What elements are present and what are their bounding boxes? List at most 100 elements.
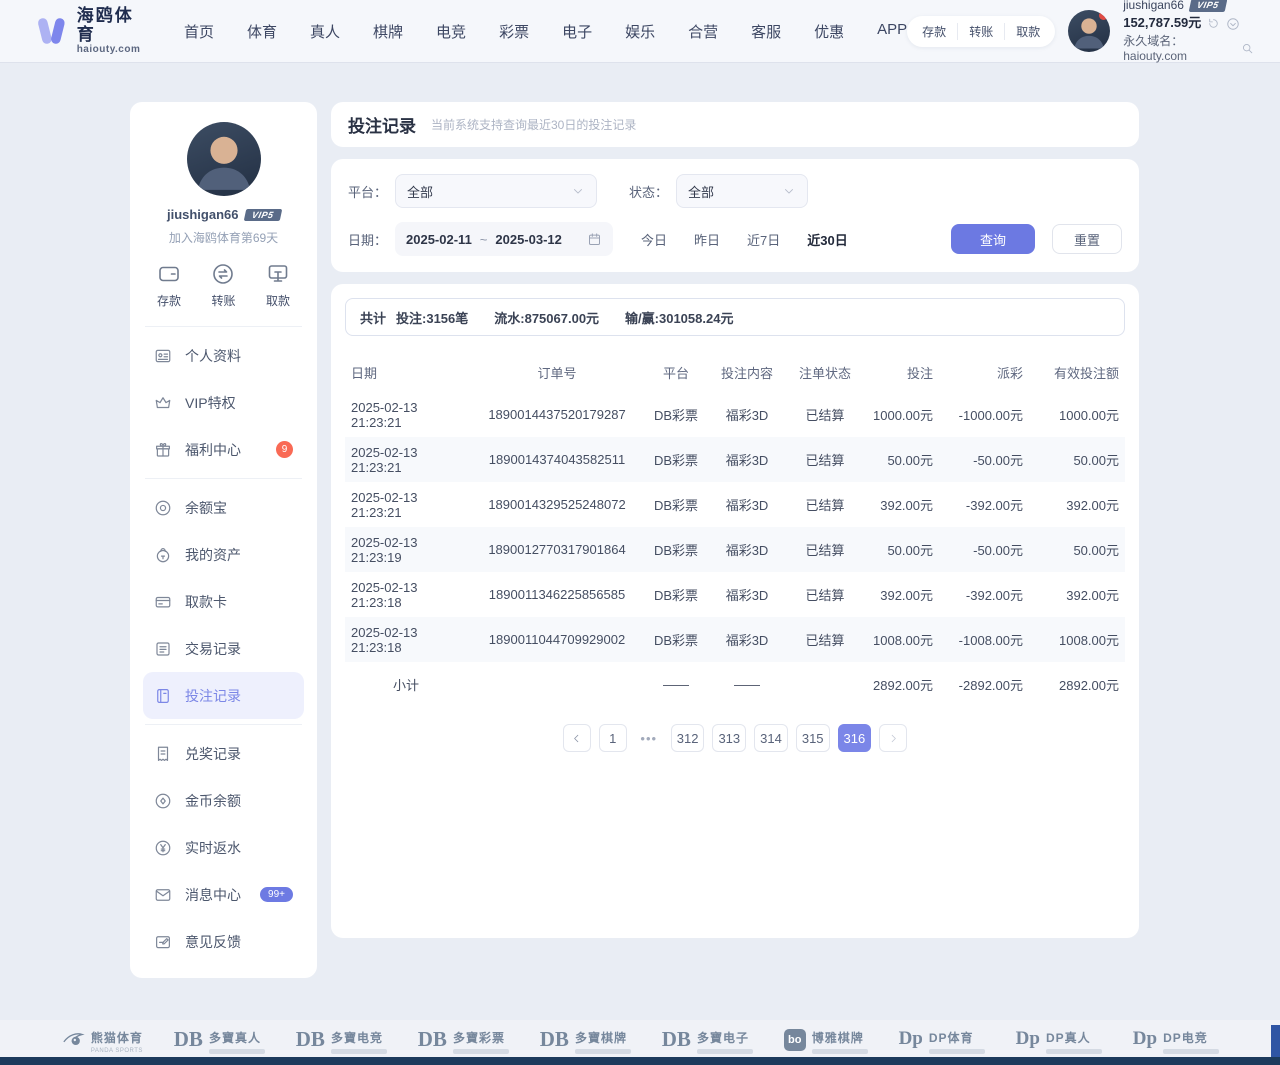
table-row: 2025-02-13 21:23:21 1890014329525248072 …	[345, 482, 1125, 527]
cell-payout: -1000.00元	[939, 392, 1029, 437]
date-range-input[interactable]: 2025-02-11 ~ 2025-03-12	[395, 222, 613, 256]
sidebar-item-yuebao[interactable]: 余额宝	[143, 484, 304, 531]
filter-card: 平台： 全部 状态： 全部 日期： 2025-02	[331, 159, 1139, 272]
sidebar-item-welfare[interactable]: 福利中心 9	[143, 426, 304, 473]
cell-valid: 1000.00元	[1029, 392, 1125, 437]
range-today[interactable]: 今日	[641, 230, 667, 249]
receipt-icon	[154, 745, 172, 763]
summary-turnover: 流水:875067.00元	[494, 308, 599, 327]
pagination-page-313[interactable]: 313	[712, 724, 746, 752]
wallet-icon	[157, 262, 181, 286]
nav-support[interactable]: 客服	[751, 21, 781, 42]
subtotal-valid: 2892.00元	[1029, 662, 1125, 707]
sidebar-item-profile[interactable]: 个人资料	[143, 332, 304, 379]
col-order: 订单号	[467, 352, 647, 392]
nav-promo[interactable]: 优惠	[814, 21, 844, 42]
nav-entertainment[interactable]: 娱乐	[625, 21, 655, 42]
coin-icon	[154, 499, 172, 517]
user-avatar[interactable]	[1068, 10, 1110, 52]
sidebar-item-transactions[interactable]: 交易记录	[143, 625, 304, 672]
db-logo-icon: DB	[296, 1029, 325, 1049]
nav-home[interactable]: 首页	[184, 21, 214, 42]
sidebar-item-label: 余额宝	[185, 498, 227, 518]
sidebar-item-label: 投注记录	[185, 686, 241, 706]
cell-bet: 1000.00元	[861, 392, 939, 437]
pagination-prev-button[interactable]	[563, 724, 591, 752]
search-button[interactable]: 查询	[951, 224, 1035, 254]
col-valid: 有效投注额	[1029, 352, 1125, 392]
transfer-button[interactable]: 转账	[957, 23, 1004, 40]
sidebar-item-redeem[interactable]: 兑奖记录	[143, 730, 304, 777]
sidebar-item-messages[interactable]: 消息中心 99+	[143, 871, 304, 918]
pagination-page-314[interactable]: 314	[754, 724, 788, 752]
cell-payout: -50.00元	[939, 437, 1029, 482]
cell-content: 福彩3D	[705, 392, 789, 437]
gift-icon	[154, 441, 172, 459]
chevron-down-icon	[571, 184, 585, 198]
cell-payout: -392.00元	[939, 572, 1029, 617]
pagination-next-button[interactable]	[879, 724, 907, 752]
status-select-value: 全部	[688, 182, 714, 201]
pagination-ellipsis: •••	[635, 724, 663, 752]
avatar-portrait	[187, 122, 261, 196]
cell-payout: -1008.00元	[939, 617, 1029, 662]
sidebar-item-assets[interactable]: 我的资产	[143, 531, 304, 578]
nav-app[interactable]: APP	[877, 21, 907, 42]
range-30days[interactable]: 近30日	[807, 230, 847, 249]
nav-slots[interactable]: 电子	[562, 21, 592, 42]
range-yesterday[interactable]: 昨日	[694, 230, 720, 249]
chevron-down-circle-icon[interactable]	[1226, 17, 1240, 31]
sidebar-item-gold-balance[interactable]: 金币余额	[143, 777, 304, 824]
sidebar-item-vip[interactable]: VIP特权	[143, 379, 304, 426]
platform-select[interactable]: 全部	[395, 174, 597, 208]
deposit-button[interactable]: 存款	[911, 23, 957, 40]
nav-board-games[interactable]: 棋牌	[373, 21, 403, 42]
pagination-page-315[interactable]: 315	[796, 724, 830, 752]
partner-subtitle-bar	[1163, 1049, 1219, 1054]
range-7days[interactable]: 近7日	[747, 230, 780, 249]
partner-dp-live: Dp DP真人	[1016, 1029, 1102, 1054]
divider	[145, 326, 302, 327]
pagination-page-316-active[interactable]: 316	[838, 724, 872, 752]
bet-records-table: 日期 订单号 平台 投注内容 注单状态 投注 派彩 有效投注额 2025-02-…	[345, 352, 1125, 707]
sidebar-transfer-button[interactable]: 转账	[211, 262, 235, 309]
sidebar-item-withdraw-card[interactable]: 取款卡	[143, 578, 304, 625]
pagination-page-312[interactable]: 312	[671, 724, 705, 752]
table-row: 2025-02-13 21:23:21 1890014437520179287 …	[345, 392, 1125, 437]
platform-select-value: 全部	[407, 182, 433, 201]
cell-status: 已结算	[789, 392, 861, 437]
nav-lottery[interactable]: 彩票	[499, 21, 529, 42]
quick-action-label: 取款	[266, 292, 290, 309]
brand-domain: haiouty.com	[77, 44, 150, 55]
cell-valid: 392.00元	[1029, 572, 1125, 617]
nav-esports[interactable]: 电竞	[436, 21, 466, 42]
status-select[interactable]: 全部	[676, 174, 808, 208]
subtotal-platform: ——	[647, 662, 705, 707]
sidebar-deposit-button[interactable]: 存款	[157, 262, 181, 309]
chevron-left-icon	[570, 732, 583, 745]
sidebar-item-bet-records[interactable]: 投注记录	[143, 672, 304, 719]
sidebar-withdraw-button[interactable]: 取款	[266, 262, 290, 309]
date-to-value: 2025-03-12	[495, 232, 562, 247]
sidebar-item-feedback[interactable]: 意见反馈	[143, 918, 304, 965]
reset-button[interactable]: 重置	[1052, 224, 1122, 254]
logo[interactable]: 海鸥体育 haiouty.com	[34, 7, 150, 55]
nav-sports[interactable]: 体育	[247, 21, 277, 42]
search-icon[interactable]	[1241, 42, 1254, 55]
partner-db-esports: DB 多寶电竞	[296, 1029, 387, 1054]
panda-logo-icon	[61, 1029, 85, 1051]
wallet-actions-pill: 存款 转账 取款	[907, 16, 1055, 47]
cell-valid: 1008.00元	[1029, 617, 1125, 662]
subtotal-content: ——	[705, 662, 789, 707]
withdraw-button[interactable]: 取款	[1004, 23, 1051, 40]
scrollbar-thumb[interactable]	[1271, 1025, 1280, 1059]
cell-date: 2025-02-13 21:23:18	[345, 572, 467, 617]
nav-live[interactable]: 真人	[310, 21, 340, 42]
welfare-badge: 9	[276, 441, 293, 458]
refresh-balance-icon[interactable]	[1207, 17, 1220, 30]
pagination-page-1[interactable]: 1	[599, 724, 627, 752]
yuan-circle-icon	[154, 839, 172, 857]
sidebar-item-rebate[interactable]: 实时返水	[143, 824, 304, 871]
nav-affiliate[interactable]: 合营	[688, 21, 718, 42]
summary-bets: 投注:3156笔	[396, 308, 468, 327]
